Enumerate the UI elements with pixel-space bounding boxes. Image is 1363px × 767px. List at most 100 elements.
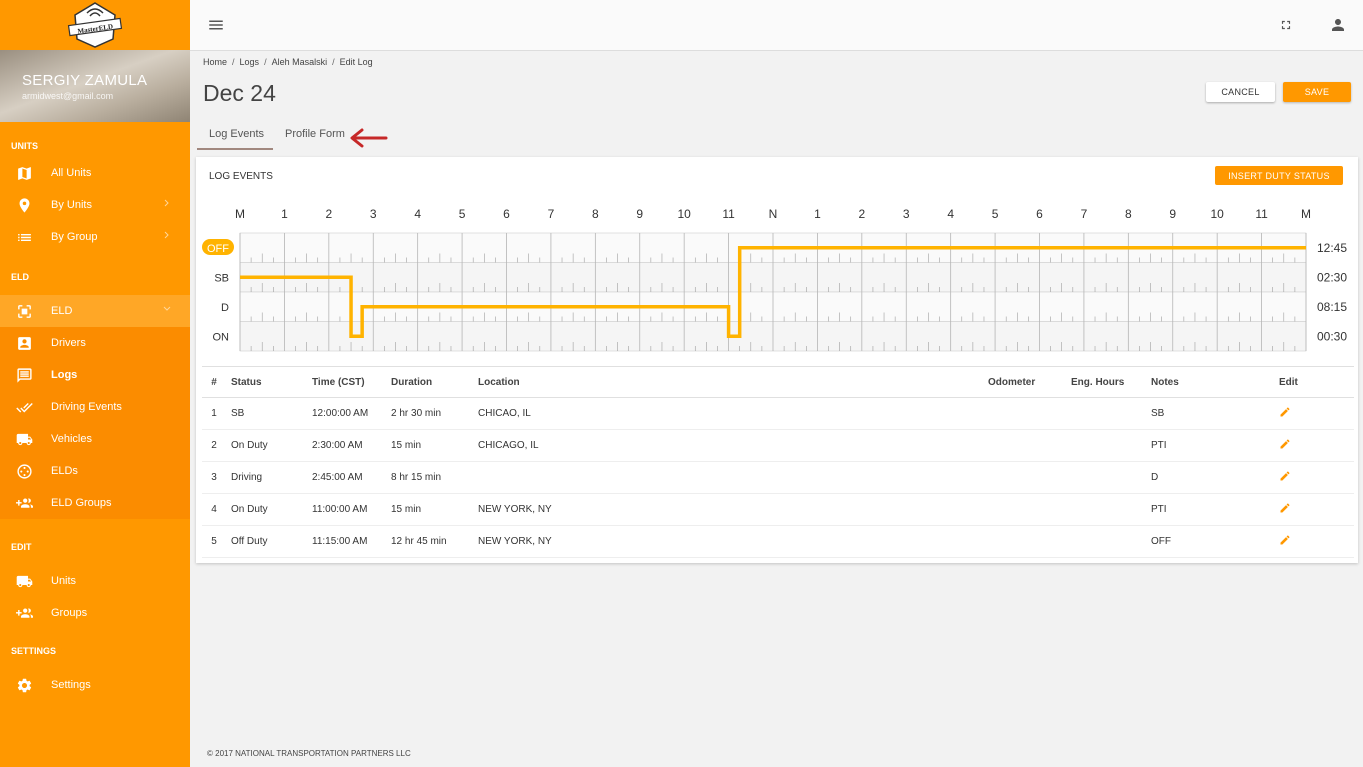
edit-pencil-icon[interactable] (1279, 534, 1291, 546)
cell-odometer (983, 525, 1066, 558)
sidebar-item-vehicles[interactable]: Vehicles (0, 423, 190, 455)
group-add-icon (16, 498, 33, 508)
active-tab-underline (197, 148, 273, 150)
cell-odometer (983, 493, 1066, 526)
cell-location: CHICAGO, IL (473, 429, 983, 462)
cell-notes: OFF (1146, 525, 1274, 558)
cell-odometer (983, 397, 1066, 430)
main-content: Home / Logs / Aleh Masalski / Edit Log Dec 24 … (190, 51, 1363, 767)
breadcrumb-logs[interactable]: Logs (240, 57, 260, 67)
chart-hour-label: 10 (677, 207, 691, 221)
sidebar-item-by-units[interactable]: By Units (0, 189, 190, 221)
cell-status: On Duty (226, 493, 307, 526)
cell-duration: 15 min (386, 429, 473, 462)
sidebar-item-all-units[interactable]: All Units (0, 157, 190, 189)
double-check-icon (16, 402, 33, 412)
cell-location: NEW YORK, NY (473, 525, 983, 558)
breadcrumb-home[interactable]: Home (203, 57, 227, 67)
cell-edit (1274, 525, 1354, 558)
logo[interactable]: MasterELD (0, 0, 190, 50)
col-header-eng-hours: Eng. Hours (1066, 366, 1146, 398)
chevron-down-icon (163, 306, 171, 311)
chart-hour-label: 3 (903, 207, 910, 221)
col-header-notes: Notes (1146, 366, 1274, 398)
chart-hour-label: 5 (459, 207, 466, 221)
fullscreen-icon[interactable] (1279, 18, 1293, 32)
sidebar-item-eld[interactable]: ELD (0, 295, 190, 327)
cell-num: 1 (202, 397, 226, 430)
section-eld: ELD (11, 272, 29, 282)
col-header-num: # (202, 366, 226, 398)
edit-pencil-icon[interactable] (1279, 470, 1291, 482)
chart-hour-label: 2 (858, 207, 865, 221)
cell-eng-hours (1066, 493, 1146, 526)
table-row: 5 Off Duty 11:15:00 AM 12 hr 45 min NEW … (202, 525, 1354, 558)
eld-submenu: Drivers Logs Driving Events Vehicles ELD… (0, 327, 190, 519)
cell-duration: 15 min (386, 493, 473, 526)
section-settings: SETTINGS (11, 646, 57, 656)
save-button[interactable]: SAVE (1283, 82, 1351, 102)
tab-profile-form[interactable]: Profile Form (285, 128, 345, 152)
sidebar-item-elds[interactable]: ELDs (0, 455, 190, 487)
table-header-row: # Status Time (CST) Duration Location Od… (202, 366, 1354, 398)
cancel-button[interactable]: CANCEL (1206, 82, 1275, 102)
cell-edit (1274, 493, 1354, 526)
edit-pencil-icon[interactable] (1279, 438, 1291, 450)
mastereld-logo-icon: MasterELD (67, 2, 123, 48)
sidebar-item-label: ELDs (51, 465, 78, 477)
log-events-table: # Status Time (CST) Duration Location Od… (202, 366, 1354, 558)
cell-duration: 12 hr 45 min (386, 525, 473, 558)
chart-hour-label: 9 (1169, 207, 1176, 221)
cell-eng-hours (1066, 525, 1146, 558)
sidebar-item-label: Groups (51, 607, 88, 619)
chart-row-label: D (221, 302, 229, 314)
page-title: Dec 24 (203, 80, 276, 106)
cell-time: 2:45:00 AM (307, 461, 386, 494)
cell-eng-hours (1066, 397, 1146, 430)
truck-icon (16, 433, 33, 445)
list-icon (18, 233, 31, 241)
sidebar-item-groups[interactable]: Groups (0, 597, 190, 629)
sidebar-item-drivers[interactable]: Drivers (0, 327, 190, 359)
gear-icon (17, 678, 32, 692)
chart-hour-label: 8 (1125, 207, 1132, 221)
sidebar-item-eld-groups[interactable]: ELD Groups (0, 487, 190, 519)
sidebar: MasterELD SERGIY ZAMULA armidwest@gmail.… (0, 0, 190, 767)
sidebar-item-label: Settings (51, 679, 91, 691)
section-edit: EDIT (11, 542, 32, 552)
sidebar-item-logs[interactable]: Logs (0, 359, 190, 391)
location-pin-icon (19, 197, 30, 213)
chart-hour-label: 3 (370, 207, 377, 221)
chart-hour-label: 4 (414, 207, 421, 221)
sidebar-item-by-group[interactable]: By Group (0, 221, 190, 253)
sidebar-item-units[interactable]: Units (0, 565, 190, 597)
card-title: LOG EVENTS (209, 171, 273, 182)
cell-notes: PTI (1146, 493, 1274, 526)
cell-status: On Duty (226, 429, 307, 462)
chart-hour-label: 1 (281, 207, 288, 221)
col-header-duration: Duration (386, 366, 473, 398)
cell-status: Driving (226, 461, 307, 494)
cell-eng-hours (1066, 461, 1146, 494)
chevron-right-icon (164, 199, 169, 207)
table-row: 2 On Duty 2:30:00 AM 15 min CHICAGO, IL … (202, 429, 1354, 462)
chart-hour-label: 7 (548, 207, 555, 221)
cell-edit (1274, 461, 1354, 494)
cell-duration: 2 hr 30 min (386, 397, 473, 430)
hamburger-menu-icon[interactable] (207, 16, 225, 34)
duty-status-chart: M 1 2 3 4 5 6 7 8 9 10 11 N 1 2 3 4 5 6 7 8 9 10 11 M OFF 12:45 SB 0… (202, 207, 1347, 352)
chart-row-total: 12:45 (1317, 241, 1347, 255)
chart-hour-label: 1 (814, 207, 821, 221)
insert-duty-status-button[interactable]: INSERT DUTY STATUS (1215, 166, 1343, 185)
chart-row-label: ON (213, 331, 230, 343)
edit-pencil-icon[interactable] (1279, 502, 1291, 514)
chevron-right-icon (164, 231, 169, 239)
top-bar (190, 0, 1363, 51)
sidebar-item-settings[interactable]: Settings (0, 669, 190, 701)
cell-time: 12:00:00 AM (307, 397, 386, 430)
sidebar-item-driving-events[interactable]: Driving Events (0, 391, 190, 423)
edit-pencil-icon[interactable] (1279, 406, 1291, 418)
breadcrumb-driver[interactable]: Aleh Masalski (272, 57, 328, 67)
chart-row-label: SB (214, 272, 229, 284)
account-icon[interactable] (1329, 16, 1347, 34)
